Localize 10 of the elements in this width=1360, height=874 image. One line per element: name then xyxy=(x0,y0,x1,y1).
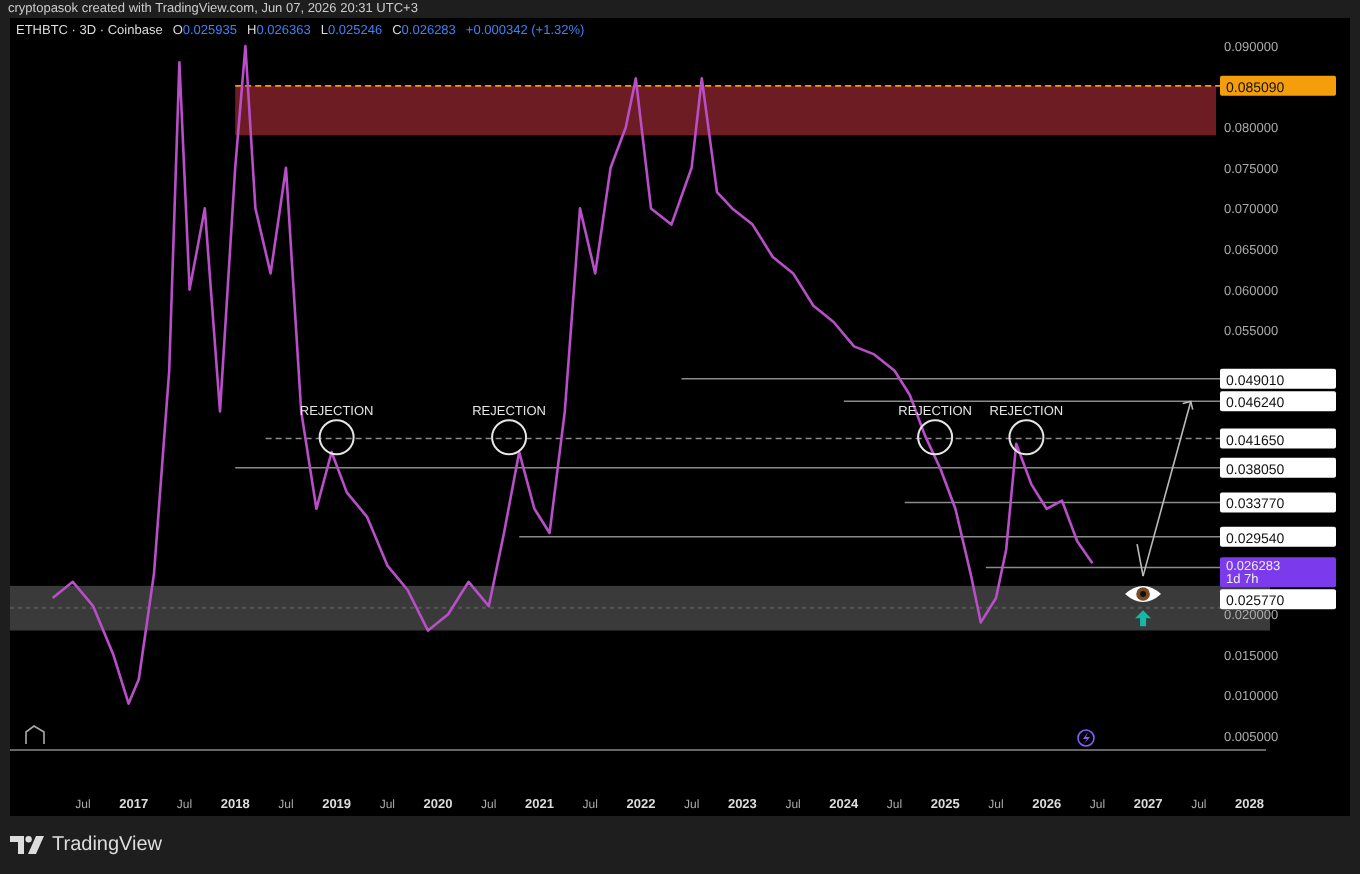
current-price-tag xyxy=(1220,557,1336,588)
brand-name: TradingView xyxy=(52,834,163,856)
lightning-icon xyxy=(1077,729,1095,747)
eye-icon xyxy=(1125,585,1162,602)
rejection-circle xyxy=(1008,419,1045,456)
rejection-circle xyxy=(491,419,528,456)
brand-logo-icon xyxy=(10,836,44,854)
rejection-circle xyxy=(917,419,954,456)
up-arrow-icon xyxy=(1135,610,1152,627)
rejection-circle xyxy=(318,419,355,456)
